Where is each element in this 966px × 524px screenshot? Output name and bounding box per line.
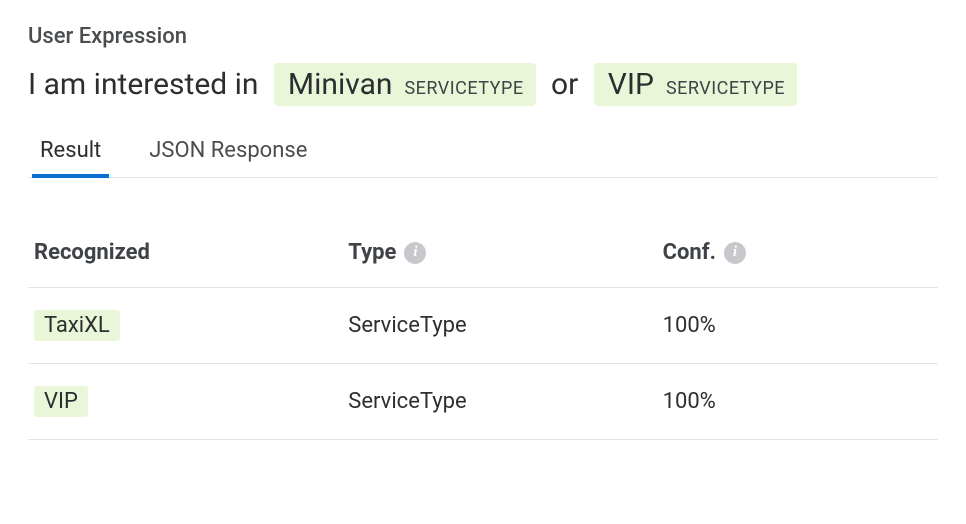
entity-value: VIP bbox=[608, 67, 654, 102]
table-row: VIP ServiceType 100% bbox=[28, 364, 938, 440]
col-type-label: Type bbox=[348, 240, 396, 265]
entity-type-label: SERVICETYPE bbox=[404, 78, 523, 99]
tab-json-response[interactable]: JSON Response bbox=[145, 128, 311, 177]
expression-prefix: I am interested in bbox=[28, 67, 266, 102]
col-conf-label: Conf. bbox=[663, 240, 716, 265]
info-icon[interactable]: i bbox=[724, 242, 746, 264]
results-table: Recognized Type i Conf. i TaxiXL Service… bbox=[28, 218, 938, 440]
cell-conf: 100% bbox=[663, 313, 932, 338]
section-label: User Expression bbox=[28, 24, 938, 49]
cell-recognized: TaxiXL bbox=[34, 310, 348, 341]
col-recognized: Recognized bbox=[34, 240, 348, 265]
col-conf: Conf. i bbox=[663, 240, 932, 265]
entity-chip: Minivan SERVICETYPE bbox=[274, 63, 536, 106]
col-recognized-label: Recognized bbox=[34, 240, 150, 265]
recognized-chip: TaxiXL bbox=[34, 310, 120, 341]
recognized-chip: VIP bbox=[34, 386, 88, 417]
cell-recognized: VIP bbox=[34, 386, 348, 417]
tabs: Result JSON Response bbox=[28, 128, 938, 178]
user-expression: I am interested in Minivan SERVICETYPE o… bbox=[28, 63, 938, 106]
cell-type: ServiceType bbox=[348, 313, 662, 338]
expression-separator: or bbox=[544, 67, 586, 102]
entity-chip: VIP SERVICETYPE bbox=[594, 63, 797, 106]
table-header-row: Recognized Type i Conf. i bbox=[28, 218, 938, 288]
info-icon[interactable]: i bbox=[404, 242, 426, 264]
col-type: Type i bbox=[348, 240, 662, 265]
tab-result[interactable]: Result bbox=[36, 128, 105, 177]
cell-type: ServiceType bbox=[348, 389, 662, 414]
table-row: TaxiXL ServiceType 100% bbox=[28, 288, 938, 364]
cell-conf: 100% bbox=[663, 389, 932, 414]
entity-type-label: SERVICETYPE bbox=[666, 78, 785, 99]
entity-value: Minivan bbox=[288, 67, 393, 102]
